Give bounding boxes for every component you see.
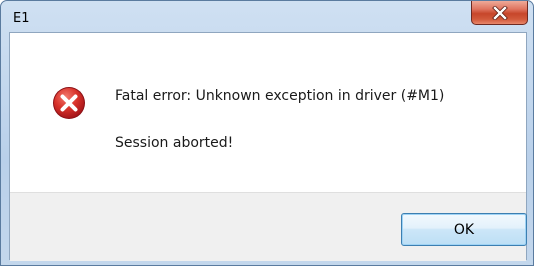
message-area: Fatal error: Unknown exception in driver… <box>10 33 526 192</box>
window-title: E1 <box>13 11 30 26</box>
ok-button[interactable]: OK <box>401 213 527 246</box>
dialog-window: E1 Fatal error: Unknown exception in dri… <box>0 0 534 266</box>
close-button[interactable] <box>471 1 528 25</box>
close-icon <box>491 5 508 20</box>
button-bar: OK <box>10 192 527 261</box>
error-message: Fatal error: Unknown exception in driver… <box>115 88 445 104</box>
error-detail: Session aborted! <box>115 135 234 151</box>
title-bar[interactable]: E1 <box>1 1 533 31</box>
error-icon <box>52 86 86 120</box>
dialog-client-area: Fatal error: Unknown exception in driver… <box>9 32 527 261</box>
